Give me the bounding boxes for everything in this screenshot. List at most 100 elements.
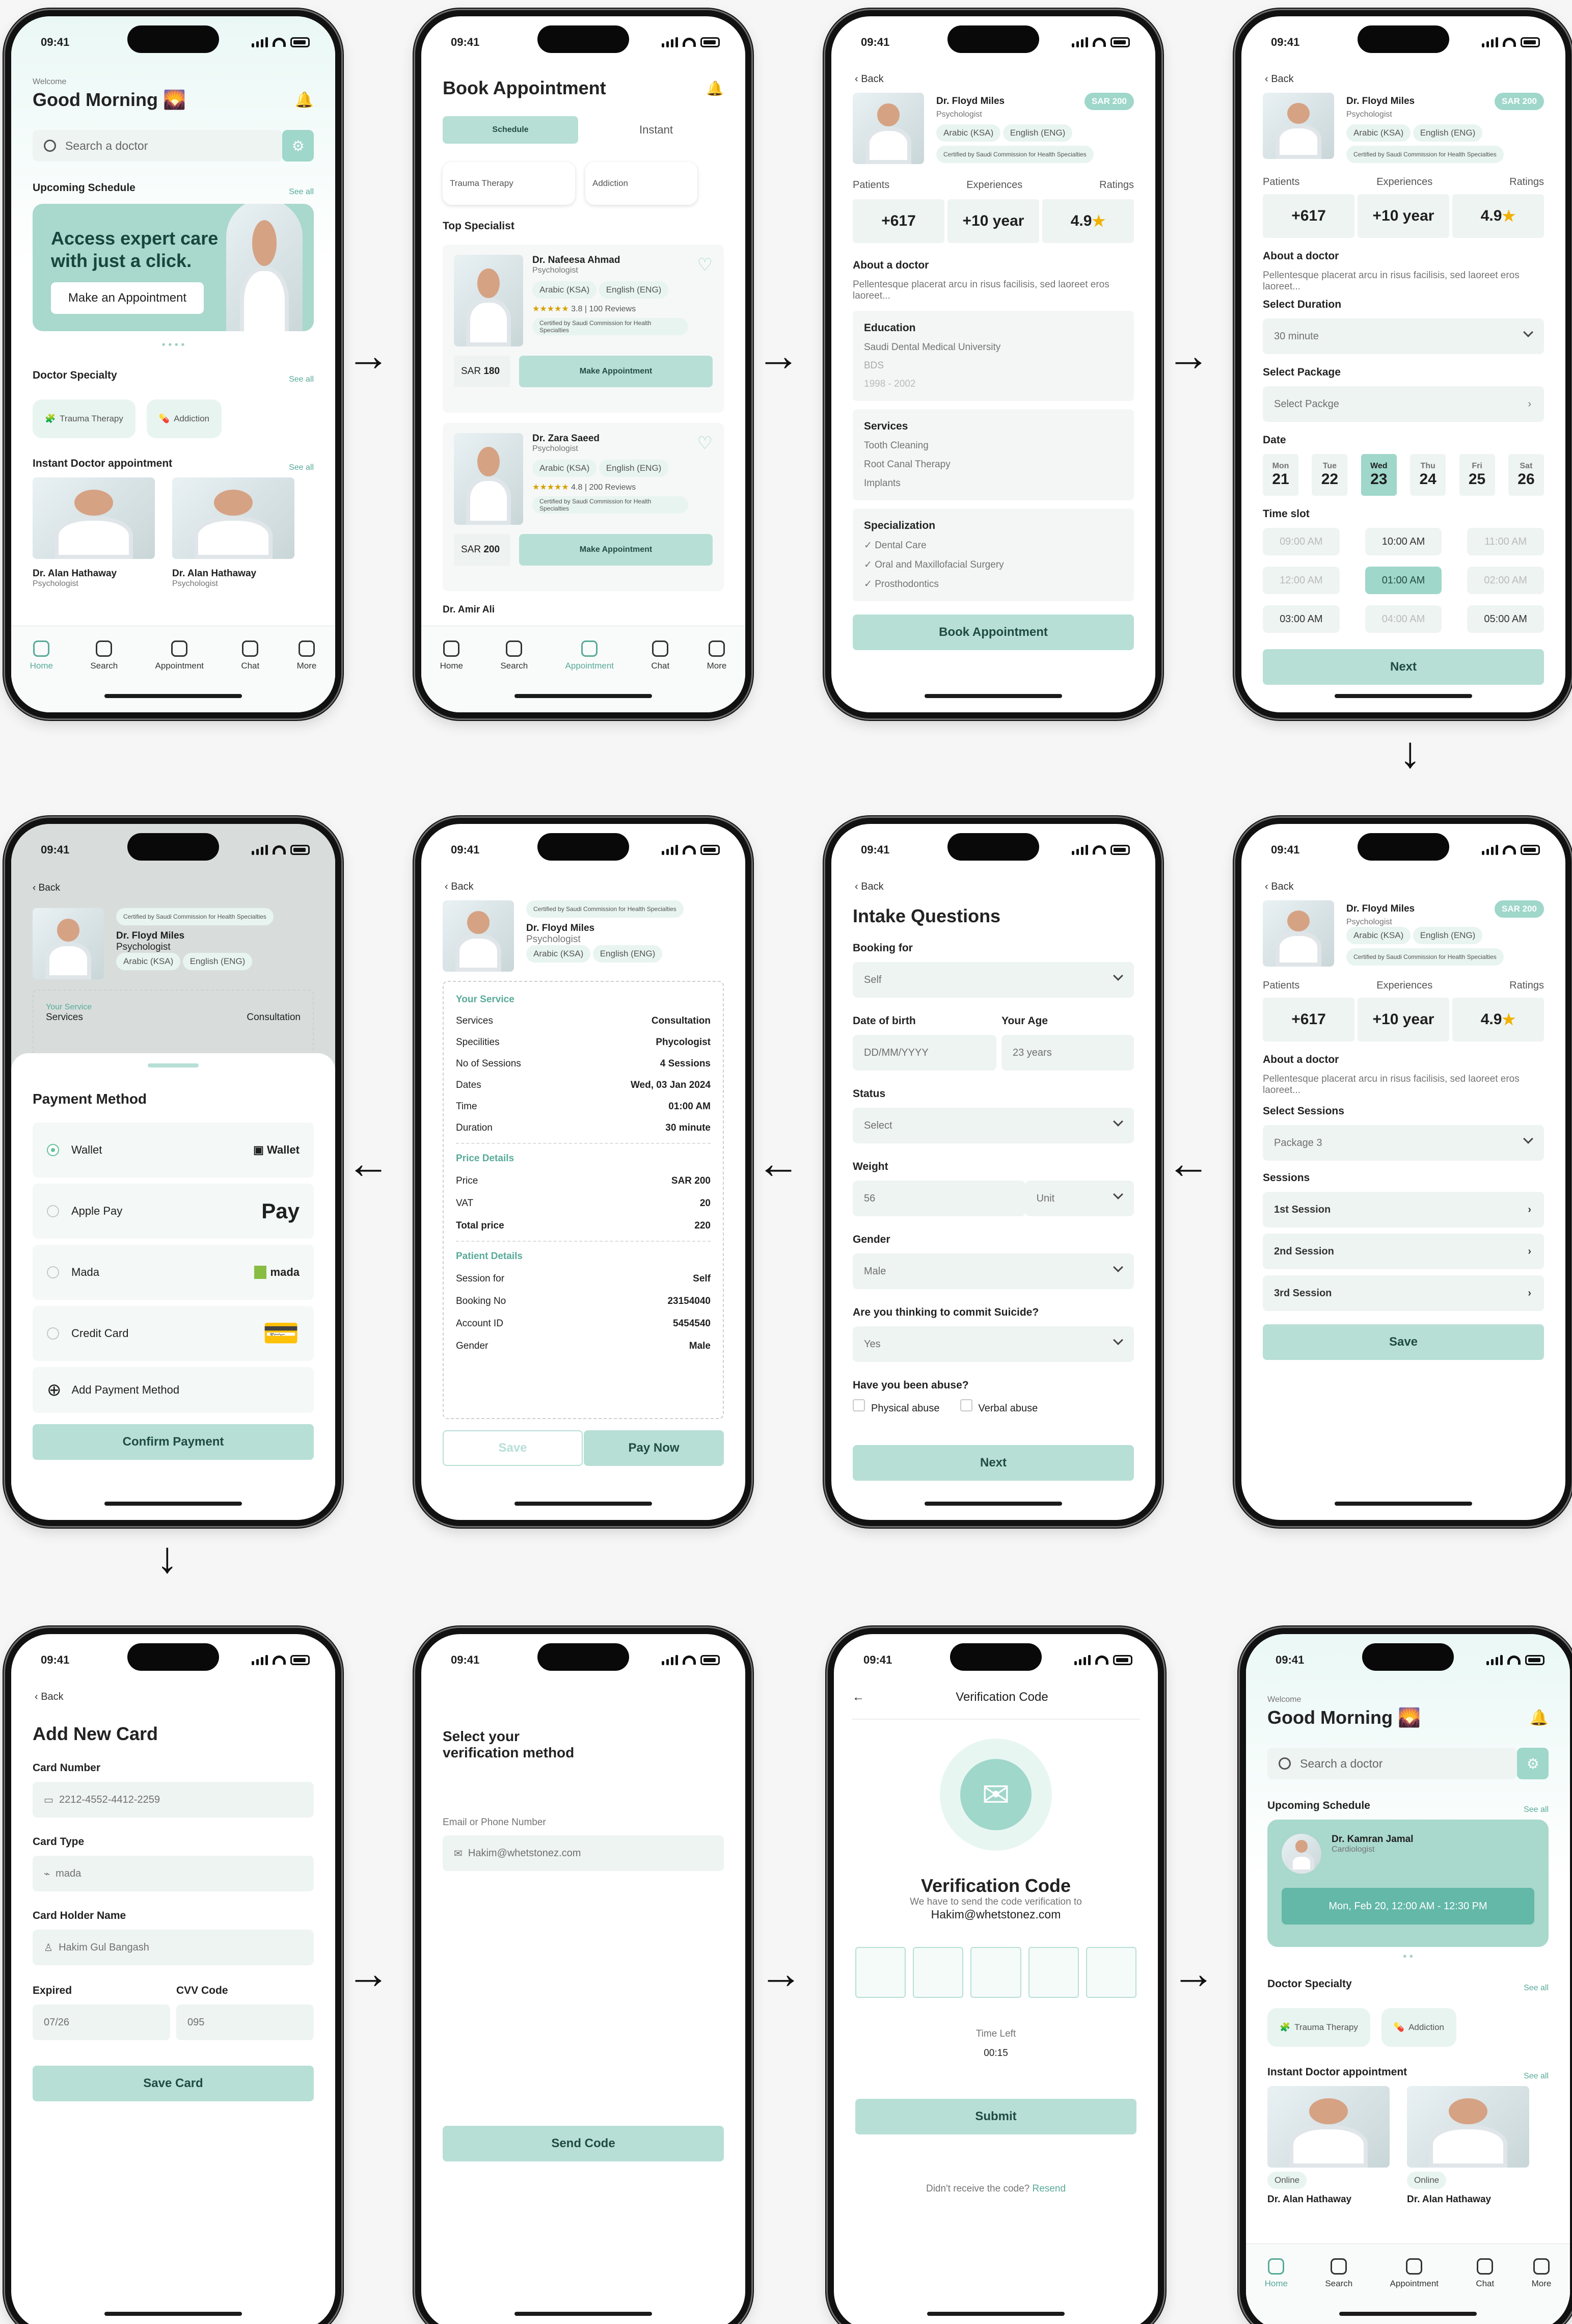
doctor-specialty-title: Doctor Specialty (33, 369, 117, 381)
confirm-payment-button[interactable]: Confirm Payment (33, 1424, 314, 1460)
see-all-link[interactable]: See all (289, 188, 314, 197)
left-arrow: ← (1167, 1139, 1210, 1188)
specialty-chip[interactable]: Addiction (585, 162, 697, 205)
book-screen: Book Appointment 🔔 Schedule Instant Trauma… (421, 16, 745, 712)
verification-code-phone: 09:41 ← Verification Code ✉ Verification C… (828, 1628, 1164, 2324)
add-card-phone: 09:41 ‹ Back Add New Card Card Number ▭ 22… (5, 1628, 341, 2324)
see-all-link[interactable]: See all (289, 463, 314, 472)
apple-pay-option[interactable]: Apple Pay Pay (33, 1184, 314, 1239)
addiction-icon: 💊 (158, 414, 170, 423)
see-all-link[interactable]: See all (289, 375, 314, 384)
credit-card-option[interactable]: Credit Card 💳 (33, 1306, 314, 1361)
book-appointment-phone: 09:41 Book Appointment 🔔 Schedule Instant … (415, 10, 751, 718)
down-arrow: → (150, 1539, 199, 1583)
doctor-card[interactable]: Dr. Alan Hathaway Psychologist (33, 477, 155, 589)
schedule-phone: 09:41 ‹ Back Dr. Floyd Miles SAR 200 Psych… (1235, 10, 1571, 718)
greeting: Good Morning 🌄 (33, 89, 186, 110)
send-code-button[interactable]: Send Code (443, 2126, 724, 2161)
home-phone: 09:41 Welcome Good Morning 🌄 🔔 Search a d… (5, 10, 341, 718)
right-arrow: → (756, 331, 800, 380)
book-appointment-button[interactable]: Book Appointment (853, 615, 1134, 650)
payment-method-phone: 09:41 ‹ Back Certified by Saudi Commissio… (5, 818, 341, 1526)
resend-link[interactable]: Resend (1033, 2183, 1066, 2194)
doctor-list: Dr. Alan Hathaway Psychologist Dr. Alan Ha… (33, 477, 314, 589)
booking-summary-phone: 09:41 ‹ Back Certified by Saudi Commissi… (415, 818, 751, 1526)
specialty-chip[interactable]: 💊 Addiction (146, 399, 222, 438)
doctor-card[interactable]: Dr. Nafeesa Ahmad Psychologist Arabic (KSA… (443, 245, 724, 413)
doctor-card[interactable]: Dr. Alan Hathaway Psychologist (172, 477, 294, 589)
favorite-icon[interactable]: ♡ (697, 255, 713, 346)
verification-method-phone: 09:41 Select your verification method Emai… (415, 1628, 751, 2324)
specialty-chip[interactable]: 🧩 Trauma Therapy (33, 399, 135, 438)
instant-title: Instant Doctor appointment (33, 458, 173, 469)
doctor-illustration (226, 204, 303, 331)
filter-icon[interactable]: ⚙ (282, 130, 314, 162)
submit-button[interactable]: Submit (855, 2099, 1136, 2134)
tab-search[interactable]: Search (500, 640, 528, 712)
date-picker: Mon 21 Tue 22 Wed 23 Thu 24 Fri 25 Sat 26 (1263, 454, 1544, 496)
page-title: Book Appointment (443, 77, 606, 98)
tab-appointment[interactable]: Appointment (155, 640, 204, 712)
make-appointment-button[interactable]: Make Appointment (519, 534, 713, 566)
status-time: 09:41 (41, 36, 70, 48)
specialty-list: 🧩 Trauma Therapy 💊 Addiction (33, 399, 314, 438)
upcoming-appointment-card[interactable]: Dr. Kamran Jamal Cardiologist Mon, Feb 20,… (1267, 1820, 1549, 1947)
down-arrow: → (1393, 734, 1442, 778)
intake-questions-phone: 09:41 ‹ Back Intake Questions Booking for… (825, 818, 1161, 1526)
top-specialist-title: Top Specialist (443, 220, 514, 232)
search-input[interactable]: Search a doctor (33, 130, 283, 162)
final-home-phone: 09:41 Welcome Good Morning 🌄 🔔 Search a doc… (1240, 1628, 1572, 2324)
tab-schedule[interactable]: Schedule (443, 116, 578, 144)
schedule-screen: Dr. Floyd Miles SAR 200 Psychologist Arabic… (1241, 16, 1565, 712)
tab-chat[interactable]: Chat (241, 640, 259, 712)
mada-option[interactable]: Mada mada (33, 1245, 314, 1300)
tab-more[interactable]: More (297, 640, 316, 712)
booking-details: Your Service Services Consultation Specilit… (443, 981, 724, 1419)
profile-screen: Dr. Floyd Miles SAR 200 Psychologist Arabic… (831, 16, 1155, 712)
partial-doctor-name: Dr. Amir Ali (443, 604, 495, 615)
tab-appointment[interactable]: Appointment (565, 640, 614, 712)
time-slot-grid: 09:00 AM 10:00 AM 11:00 AM 12:00 AM 01:00 AM… (1263, 528, 1544, 633)
tab-home[interactable]: Home (30, 640, 53, 712)
appointment-banner: Access expert care with just a click. Mak… (33, 204, 314, 331)
pay-now-button[interactable]: Pay Now (584, 1430, 724, 1466)
right-arrow: → (759, 1949, 803, 1998)
upcoming-title: Upcoming Schedule (33, 182, 135, 194)
make-appointment-button[interactable]: Make an Appointment (51, 282, 204, 314)
home-screen: Welcome Good Morning 🌄 🔔 Search a doctor ⚙… (11, 16, 335, 712)
signal-icon (252, 37, 268, 47)
tab-search[interactable]: Search (90, 640, 118, 712)
tab-chat[interactable]: Chat (651, 640, 669, 712)
next-button[interactable]: Next (1263, 649, 1544, 685)
right-arrow: → (1172, 1949, 1215, 1998)
trauma-icon: 🧩 (45, 414, 56, 423)
left-arrow: ← (346, 1139, 390, 1188)
next-button[interactable]: Next (853, 1445, 1134, 1481)
notification-icon[interactable]: 🔔 (295, 91, 314, 109)
save-card-button[interactable]: Save Card (33, 2066, 314, 2101)
left-arrow: ← (756, 1139, 800, 1188)
card-icon: ▭ (44, 1794, 53, 1806)
right-arrow: → (346, 331, 390, 380)
tab-instant[interactable]: Instant (588, 116, 724, 144)
tab-home[interactable]: Home (440, 640, 463, 712)
payment-options: Wallet ▣ Wallet Apple Pay Pay Mada mada Credit… (33, 1123, 314, 1413)
search-icon (44, 140, 56, 152)
favorite-icon[interactable]: ♡ (697, 433, 713, 525)
save-button[interactable]: Save (1263, 1324, 1544, 1360)
sessions-phone: 09:41 ‹ Back Dr. Floyd Miles SAR 200 Psycho… (1235, 818, 1571, 1526)
notification-icon[interactable]: 🔔 (706, 80, 724, 97)
specialty-chip[interactable]: Trauma Therapy (443, 162, 575, 205)
wallet-option[interactable]: Wallet ▣ Wallet (33, 1123, 314, 1178)
save-button[interactable]: Save (443, 1430, 583, 1466)
make-appointment-button[interactable]: Make Appointment (519, 356, 713, 387)
mobile-flow-canvas: 09:41 Welcome Good Morning 🌄 🔔 Search a d… (0, 0, 1572, 2324)
code-inputs[interactable] (855, 1947, 1137, 1998)
doctor-card[interactable]: Dr. Zara Saeed Psychologist Arabic (KSA) E… (443, 423, 724, 591)
mail-icon: ✉ (940, 1739, 1052, 1851)
user-icon: ♙ (44, 1942, 53, 1954)
right-arrow: → (1167, 331, 1210, 380)
add-payment-method[interactable]: ⊕ Add Payment Method (33, 1367, 314, 1413)
wifi-icon (273, 38, 286, 47)
tab-more[interactable]: More (707, 640, 726, 712)
